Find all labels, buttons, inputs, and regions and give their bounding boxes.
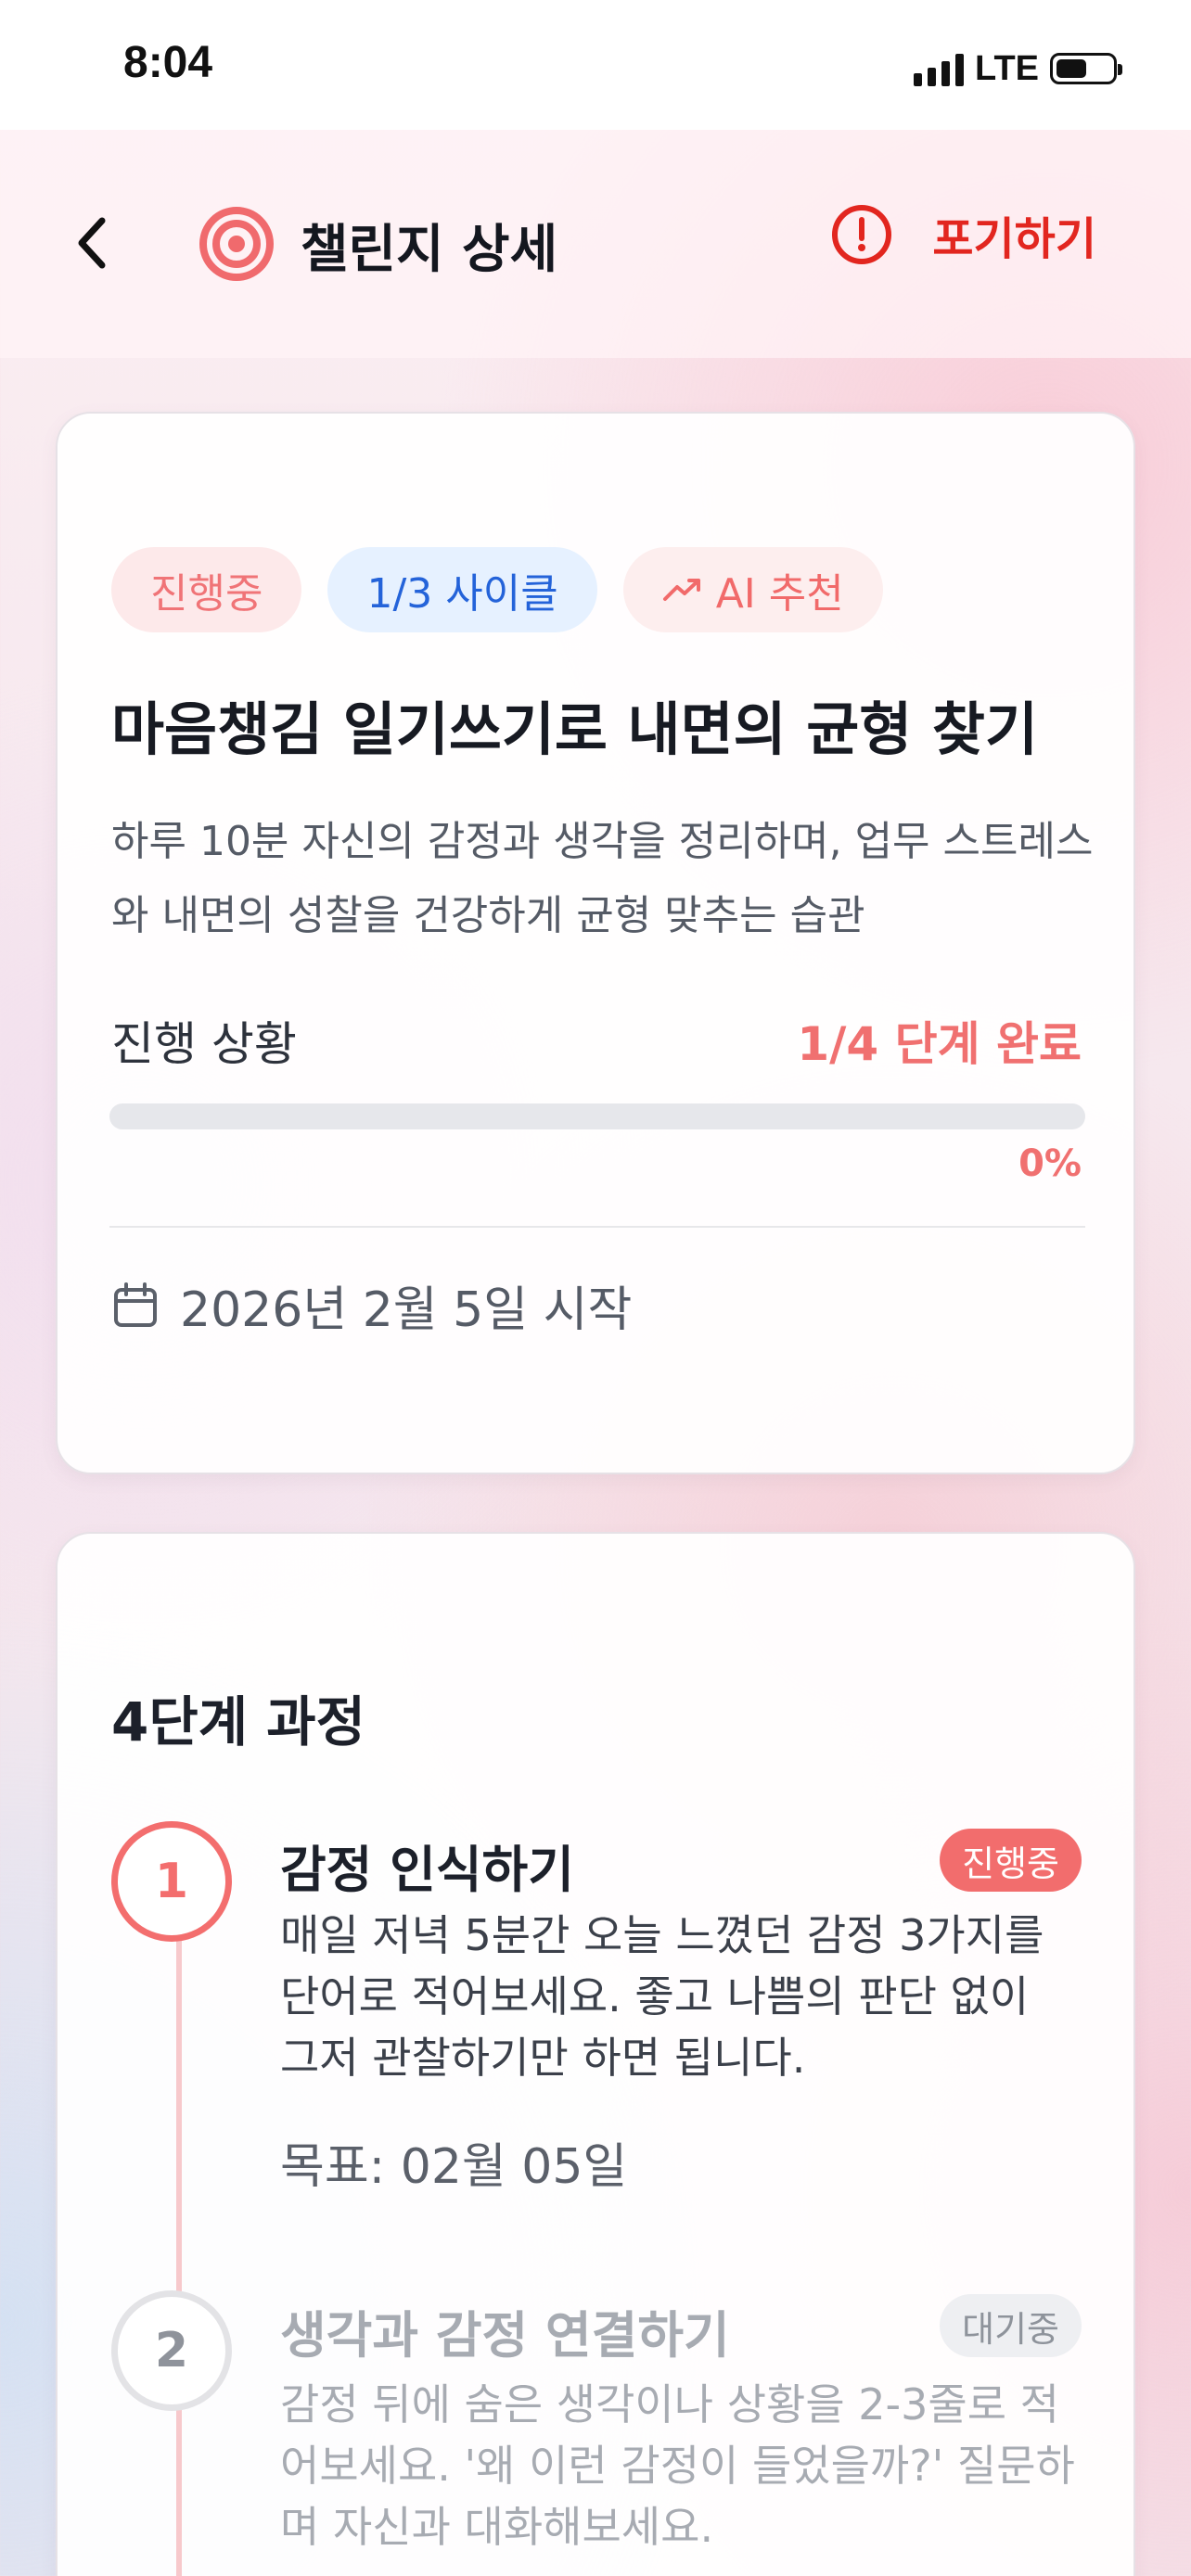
alert-circle-icon	[832, 205, 892, 264]
status-time: 8:04	[123, 38, 213, 87]
step-number-2: 2	[111, 2290, 232, 2411]
divider	[109, 1226, 1085, 1228]
challenge-summary-card: 진행중 1/3 사이클 AI 추천 마음챙김 일기쓰기로 내면의 균형 찾기 하…	[56, 412, 1135, 1474]
give-up-label: 포기하기	[932, 213, 1096, 265]
chevron-left-icon	[78, 217, 106, 269]
step-description-1: 매일 저녁 5분간 오늘 느꼈던 감정 3가지를 단어로 적어보세요. 좋고 나…	[280, 1910, 1044, 2083]
give-up-button[interactable]: 포기하기	[830, 202, 1096, 267]
back-button[interactable]	[65, 197, 121, 289]
ai-recommend-tag: AI 추천	[622, 547, 883, 632]
signal-icon	[914, 51, 965, 86]
page-header: 챌린지 상세 포기하기	[0, 130, 1191, 358]
page-title: 챌린지 상세	[301, 220, 558, 280]
battery-icon	[1050, 53, 1122, 84]
steps-section-title: 4단계 과정	[111, 1690, 365, 1753]
network-label: LTE	[975, 48, 1039, 88]
challenge-title: 마음챙김 일기쓰기로 내면의 균형 찾기	[111, 695, 1038, 763]
step-title-2[interactable]: 생각과 감정 연결하기	[280, 2294, 730, 2367]
step-goal-1: 목표: 02월 05일	[280, 2139, 628, 2195]
step-status-badge-1: 진행중	[940, 1829, 1082, 1892]
start-date: 2026년 2월 5일 시작	[111, 1270, 632, 1340]
cycle-tag: 1/3 사이클	[327, 547, 597, 632]
step-status-badge-2: 대기중	[940, 2294, 1082, 2357]
status-bar: 8:04 LTE	[0, 0, 1191, 130]
progress-bar	[109, 1103, 1085, 1129]
start-date-text: 2026년 2월 5일 시작	[180, 1282, 633, 1338]
progress-steps-text: 1/4 단계 완료	[797, 1017, 1082, 1071]
steps-card: 4단계 과정 1 감정 인식하기 진행중 매일 저녁 5분간 오늘 느꼈던 감정…	[56, 1532, 1135, 2576]
target-icon	[199, 207, 274, 281]
ai-recommend-label: AI 추천	[715, 570, 844, 618]
challenge-description: 하루 10분 자신의 감정과 생각을 정리하며, 업무 스트레스와 내면의 성찰…	[111, 818, 1094, 939]
status-tag: 진행중	[111, 547, 302, 632]
step-description-2: 감정 뒤에 숨은 생각이나 상황을 2-3줄로 적어보세요. '왜 이런 감정이…	[280, 2379, 1075, 2552]
step-number-1: 1	[111, 1821, 232, 1942]
timeline-line	[176, 1905, 182, 2576]
progress-label: 진행 상황	[111, 1017, 297, 1071]
progress-percent: 0%	[1018, 1142, 1082, 1185]
challenge-tags: 진행중 1/3 사이클 AI 추천	[111, 547, 883, 632]
calendar-icon	[114, 1282, 157, 1327]
status-indicators: LTE	[914, 45, 1122, 93]
trending-up-icon	[662, 579, 700, 601]
step-title-1[interactable]: 감정 인식하기	[280, 1829, 574, 1902]
